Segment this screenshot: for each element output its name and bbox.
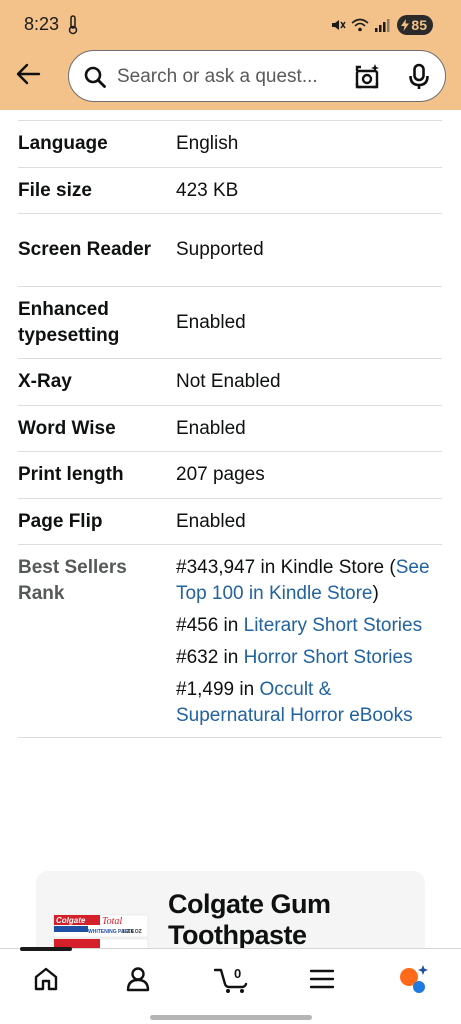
rank-category: #1,499 in Occult & Supernatural Horror e… [176, 677, 442, 729]
active-tab-indicator [20, 947, 72, 951]
ad-product-brand: Colgate [56, 916, 86, 925]
cart-count: 0 [234, 966, 241, 981]
status-bar: 8:23 85 [0, 0, 461, 46]
cart-icon: 0 [213, 966, 248, 993]
detail-label: Best Sellers Rank [18, 557, 127, 604]
detail-row-screen-reader: Screen Reader Supported [18, 214, 442, 287]
detail-value: English [176, 133, 239, 154]
bottom-navigation: 0 [0, 947, 461, 1024]
wifi-icon [351, 18, 369, 32]
account-icon [126, 967, 150, 992]
rank-category: #456 in Literary Short Stories [176, 613, 442, 639]
battery-indicator: 85 [397, 15, 433, 35]
paren-close: ) [372, 583, 379, 604]
detail-row-x-ray: X-Ray Not Enabled [18, 359, 442, 406]
ad-title[interactable]: Colgate Gum Toothpaste [168, 889, 408, 951]
detail-row-word-wise: Word Wise Enabled [18, 406, 442, 452]
thermometer-icon [68, 15, 78, 35]
rufus-icon [400, 965, 428, 993]
status-time: 8:23 [24, 14, 60, 34]
nav-cart[interactable]: 0 [213, 963, 251, 995]
detail-label: File size [18, 179, 92, 201]
detail-label: Language [18, 133, 108, 154]
microphone-icon [409, 63, 429, 89]
camera-search-button[interactable] [353, 63, 381, 91]
category-link[interactable]: Literary Short Stories [244, 615, 422, 636]
word-wise-link[interactable]: Enabled [176, 416, 442, 442]
print-length-link[interactable]: 207 pages [176, 462, 442, 488]
rank-overall: #343,947 in Kindle Store (See Top 100 in… [176, 555, 442, 607]
nav-home[interactable] [29, 963, 63, 995]
detail-label: Word Wise [18, 417, 116, 439]
signal-icon [375, 19, 390, 32]
nav-menu[interactable] [305, 963, 339, 995]
status-icons: 85 [330, 14, 433, 36]
gesture-home-bar[interactable] [150, 1015, 312, 1020]
rank-overall-text: #343,947 in Kindle Store [176, 557, 385, 578]
menu-icon [309, 969, 335, 989]
camera-sparkle-icon [355, 64, 379, 89]
rank-category: #632 in Horror Short Stories [176, 645, 442, 671]
rank-number: #456 in [176, 615, 244, 636]
detail-row-print-length: Print length 207 pages [18, 452, 442, 499]
detail-value: Supported [176, 239, 264, 260]
back-button[interactable] [12, 58, 44, 90]
search-bar[interactable] [68, 50, 446, 102]
page-flip-link[interactable]: Enabled [176, 509, 442, 535]
voice-search-button[interactable] [405, 63, 433, 91]
ad-product-size: 3-3.0 OZ [122, 929, 142, 935]
detail-label: Enhanced typesetting [18, 298, 120, 346]
detail-label: Print length [18, 464, 124, 485]
detail-label: Page Flip [18, 510, 103, 532]
detail-label: X-Ray [18, 371, 72, 392]
product-details-table: Language English File size 423 KB Screen… [18, 120, 442, 738]
detail-row-file-size: File size 423 KB [18, 168, 442, 214]
charging-icon [401, 19, 410, 31]
rank-number: #1,499 in [176, 679, 260, 700]
search-icon [84, 66, 106, 88]
detail-row-page-flip: Page Flip Enabled [18, 499, 442, 545]
nav-rufus[interactable] [397, 963, 431, 995]
mute-icon [332, 20, 347, 30]
detail-row-best-sellers-rank: Best Sellers Rank #343,947 in Kindle Sto… [18, 545, 442, 738]
detail-row-enhanced-typesetting: Enhanced typesetting Enabled [18, 287, 442, 359]
enhanced-typesetting-link[interactable]: Enabled [176, 310, 442, 336]
ad-product-sub: Total [102, 916, 122, 927]
category-link[interactable]: Horror Short Stories [244, 647, 413, 668]
detail-row-language: Language English [18, 121, 442, 168]
rank-number: #632 in [176, 647, 244, 668]
search-input[interactable] [117, 63, 357, 91]
detail-value: Not Enabled [176, 371, 281, 392]
rank-list: #343,947 in Kindle Store (See Top 100 in… [176, 555, 442, 729]
nav-account[interactable] [121, 963, 155, 995]
detail-label: Screen Reader [18, 239, 152, 260]
battery-level: 85 [411, 17, 427, 33]
home-icon [34, 967, 58, 991]
arrow-left-icon [16, 63, 41, 85]
detail-value: 423 KB [176, 179, 239, 201]
app-header: 8:23 85 Search or ask a quest... [0, 0, 461, 110]
